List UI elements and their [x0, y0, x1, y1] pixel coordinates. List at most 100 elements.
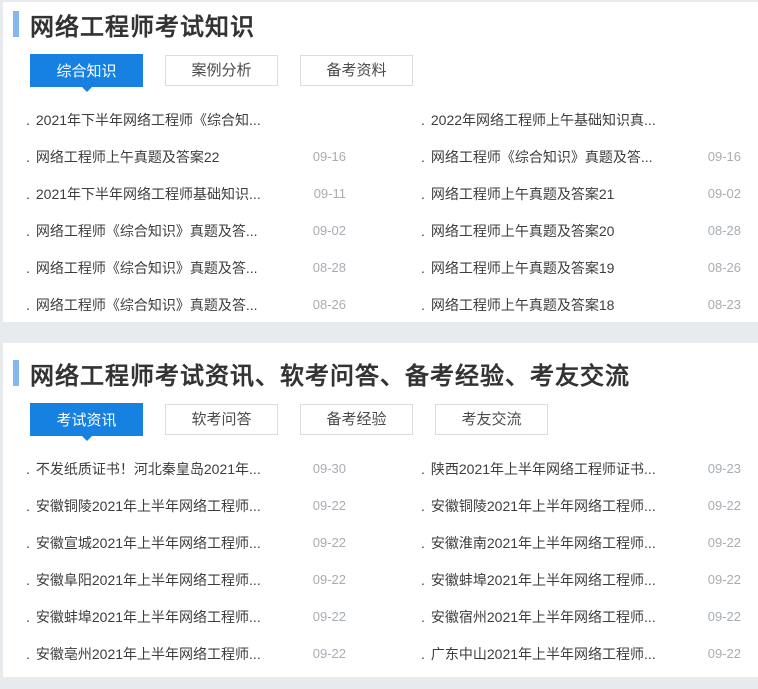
article-link[interactable]: 网络工程师《综合知识》真题及答... — [431, 147, 697, 167]
section-header: 网络工程师考试资讯、软考问答、备考经验、考友交流 — [3, 356, 758, 390]
article-date: 09-22 — [705, 609, 741, 624]
list-item: . 网络工程师上午真题及答案21 09-02 — [421, 175, 741, 212]
bullet-dot: . — [26, 498, 30, 514]
list-item: . 陕西2021年上半年网络工程师证书... 09-23 — [421, 450, 741, 487]
tab-prep-materials[interactable]: 备考资料 — [300, 55, 413, 86]
list-item: . 网络工程师《综合知识》真题及答... 08-28 — [26, 249, 346, 286]
title-accent-bar — [13, 360, 19, 386]
tab-case-analysis[interactable]: 案例分析 — [165, 55, 278, 86]
article-link[interactable]: 网络工程师上午真题及答案19 — [431, 258, 697, 278]
list-item: . 2022年网络工程师上午基础知识真... — [421, 101, 741, 138]
article-date: 09-22 — [705, 535, 741, 550]
tab-label: 考试资讯 — [56, 412, 116, 429]
article-date: 09-02 — [705, 186, 741, 201]
article-date: 09-22 — [310, 609, 346, 624]
bullet-dot: . — [421, 112, 425, 128]
bullet-dot: . — [26, 461, 30, 477]
tab-candidate-exchange[interactable]: 考友交流 — [435, 404, 548, 435]
article-date: 09-22 — [310, 498, 346, 513]
article-link[interactable]: 安徽宿州2021年上半年网络工程师... — [431, 607, 697, 627]
tab-label: 考友交流 — [461, 411, 521, 428]
article-link[interactable]: 安徽蚌埠2021年上半年网络工程师... — [431, 570, 697, 590]
bullet-dot: . — [26, 297, 30, 313]
article-link[interactable]: 安徽铜陵2021年上半年网络工程师... — [36, 496, 302, 516]
article-link[interactable]: 安徽蚌埠2021年上半年网络工程师... — [36, 607, 302, 627]
section-title: 网络工程师考试资讯、软考问答、备考经验、考友交流 — [30, 356, 630, 391]
article-link[interactable]: 安徽铜陵2021年上半年网络工程师... — [431, 496, 697, 516]
article-link[interactable]: 不发纸质证书！河北秦皇岛2021年... — [36, 459, 302, 479]
tab-label: 备考经验 — [326, 411, 386, 428]
article-link[interactable]: 广东中山2021年上半年网络工程师... — [431, 644, 697, 664]
section-header: 网络工程师考试知识 — [3, 7, 758, 41]
list-item: . 2021年下半年网络工程师基础知识... 09-11 — [26, 175, 346, 212]
tab-comprehensive-knowledge[interactable]: 综合知识 — [30, 54, 143, 87]
article-link[interactable]: 2021年下半年网络工程师基础知识... — [36, 184, 302, 204]
tab-softexam-qa[interactable]: 软考问答 — [165, 404, 278, 435]
bullet-dot: . — [26, 186, 30, 202]
bullet-dot: . — [26, 223, 30, 239]
section-title: 网络工程师考试知识 — [30, 7, 255, 42]
active-tab-caret-icon — [81, 435, 93, 441]
list-item: . 不发纸质证书！河北秦皇岛2021年... 09-30 — [26, 450, 346, 487]
article-link[interactable]: 网络工程师上午真题及答案21 — [431, 184, 697, 204]
list-item: . 安徽铜陵2021年上半年网络工程师... 09-22 — [26, 487, 346, 524]
article-date: 09-22 — [310, 646, 346, 661]
article-column-right: . 陕西2021年上半年网络工程师证书... 09-23 . 安徽铜陵2021年… — [421, 450, 741, 672]
article-date: 08-23 — [705, 297, 741, 312]
tab-exam-news[interactable]: 考试资讯 — [30, 403, 143, 436]
article-column-left: . 2021年下半年网络工程师《综合知... . 网络工程师上午真题及答案22 … — [26, 101, 346, 323]
list-item: . 安徽淮南2021年上半年网络工程师... 09-22 — [421, 524, 741, 561]
article-link[interactable]: 网络工程师上午真题及答案20 — [431, 221, 697, 241]
list-item: . 网络工程师上午真题及答案19 08-26 — [421, 249, 741, 286]
bullet-dot: . — [421, 260, 425, 276]
list-item: . 安徽铜陵2021年上半年网络工程师... 09-22 — [421, 487, 741, 524]
tab-prep-experience[interactable]: 备考经验 — [300, 404, 413, 435]
article-list: . 不发纸质证书！河北秦皇岛2021年... 09-30 . 安徽铜陵2021年… — [3, 450, 758, 672]
tab-label: 软考问答 — [191, 411, 251, 428]
list-item: . 网络工程师上午真题及答案22 09-16 — [26, 138, 346, 175]
list-item: . 网络工程师上午真题及答案20 08-28 — [421, 212, 741, 249]
article-link[interactable]: 安徽亳州2021年上半年网络工程师... — [36, 644, 302, 664]
article-date: 09-11 — [310, 186, 346, 201]
article-date: 08-26 — [705, 260, 741, 275]
article-link[interactable]: 安徽宣城2021年上半年网络工程师... — [36, 533, 302, 553]
list-item: . 安徽蚌埠2021年上半年网络工程师... 09-22 — [26, 598, 346, 635]
active-tab-caret-icon — [81, 86, 93, 92]
article-link[interactable]: 网络工程师《综合知识》真题及答... — [36, 295, 302, 315]
bullet-dot: . — [421, 646, 425, 662]
list-item: . 安徽阜阳2021年上半年网络工程师... 09-22 — [26, 561, 346, 598]
article-date: 08-28 — [310, 260, 346, 275]
article-link[interactable]: 安徽淮南2021年上半年网络工程师... — [431, 533, 697, 553]
article-link[interactable]: 网络工程师《综合知识》真题及答... — [36, 258, 302, 278]
bullet-dot: . — [421, 535, 425, 551]
tab-bar: 考试资讯 软考问答 备考经验 考友交流 — [3, 403, 758, 443]
bullet-dot: . — [421, 223, 425, 239]
article-link[interactable]: 2021年下半年网络工程师《综合知... — [36, 110, 302, 130]
article-link[interactable]: 安徽阜阳2021年上半年网络工程师... — [36, 570, 302, 590]
article-link[interactable]: 陕西2021年上半年网络工程师证书... — [431, 459, 697, 479]
exam-knowledge-section: 网络工程师考试知识 综合知识 案例分析 备考资料 . 2021年下半年网络工程师… — [3, 2, 758, 322]
bullet-dot: . — [421, 186, 425, 202]
article-date: 09-22 — [705, 498, 741, 513]
list-item: . 网络工程师《综合知识》真题及答... 09-02 — [26, 212, 346, 249]
article-date: 09-16 — [310, 149, 346, 164]
article-date: 09-22 — [310, 535, 346, 550]
article-date: 09-30 — [310, 461, 346, 476]
tab-bar: 综合知识 案例分析 备考资料 — [3, 54, 758, 94]
list-item: . 网络工程师《综合知识》真题及答... 09-16 — [421, 138, 741, 175]
article-link[interactable]: 2022年网络工程师上午基础知识真... — [431, 110, 697, 130]
bullet-dot: . — [26, 260, 30, 276]
tab-label: 综合知识 — [56, 63, 116, 80]
article-date: 09-22 — [310, 572, 346, 587]
article-date: 09-22 — [705, 572, 741, 587]
list-item: . 网络工程师上午真题及答案18 08-23 — [421, 286, 741, 323]
article-link[interactable]: 网络工程师上午真题及答案18 — [431, 295, 697, 315]
article-link[interactable]: 网络工程师《综合知识》真题及答... — [36, 221, 302, 241]
bullet-dot: . — [26, 535, 30, 551]
article-link[interactable]: 网络工程师上午真题及答案22 — [36, 147, 302, 167]
bullet-dot: . — [26, 646, 30, 662]
tab-label: 备考资料 — [326, 62, 386, 79]
bullet-dot: . — [421, 461, 425, 477]
bullet-dot: . — [26, 149, 30, 165]
list-item: . 安徽蚌埠2021年上半年网络工程师... 09-22 — [421, 561, 741, 598]
